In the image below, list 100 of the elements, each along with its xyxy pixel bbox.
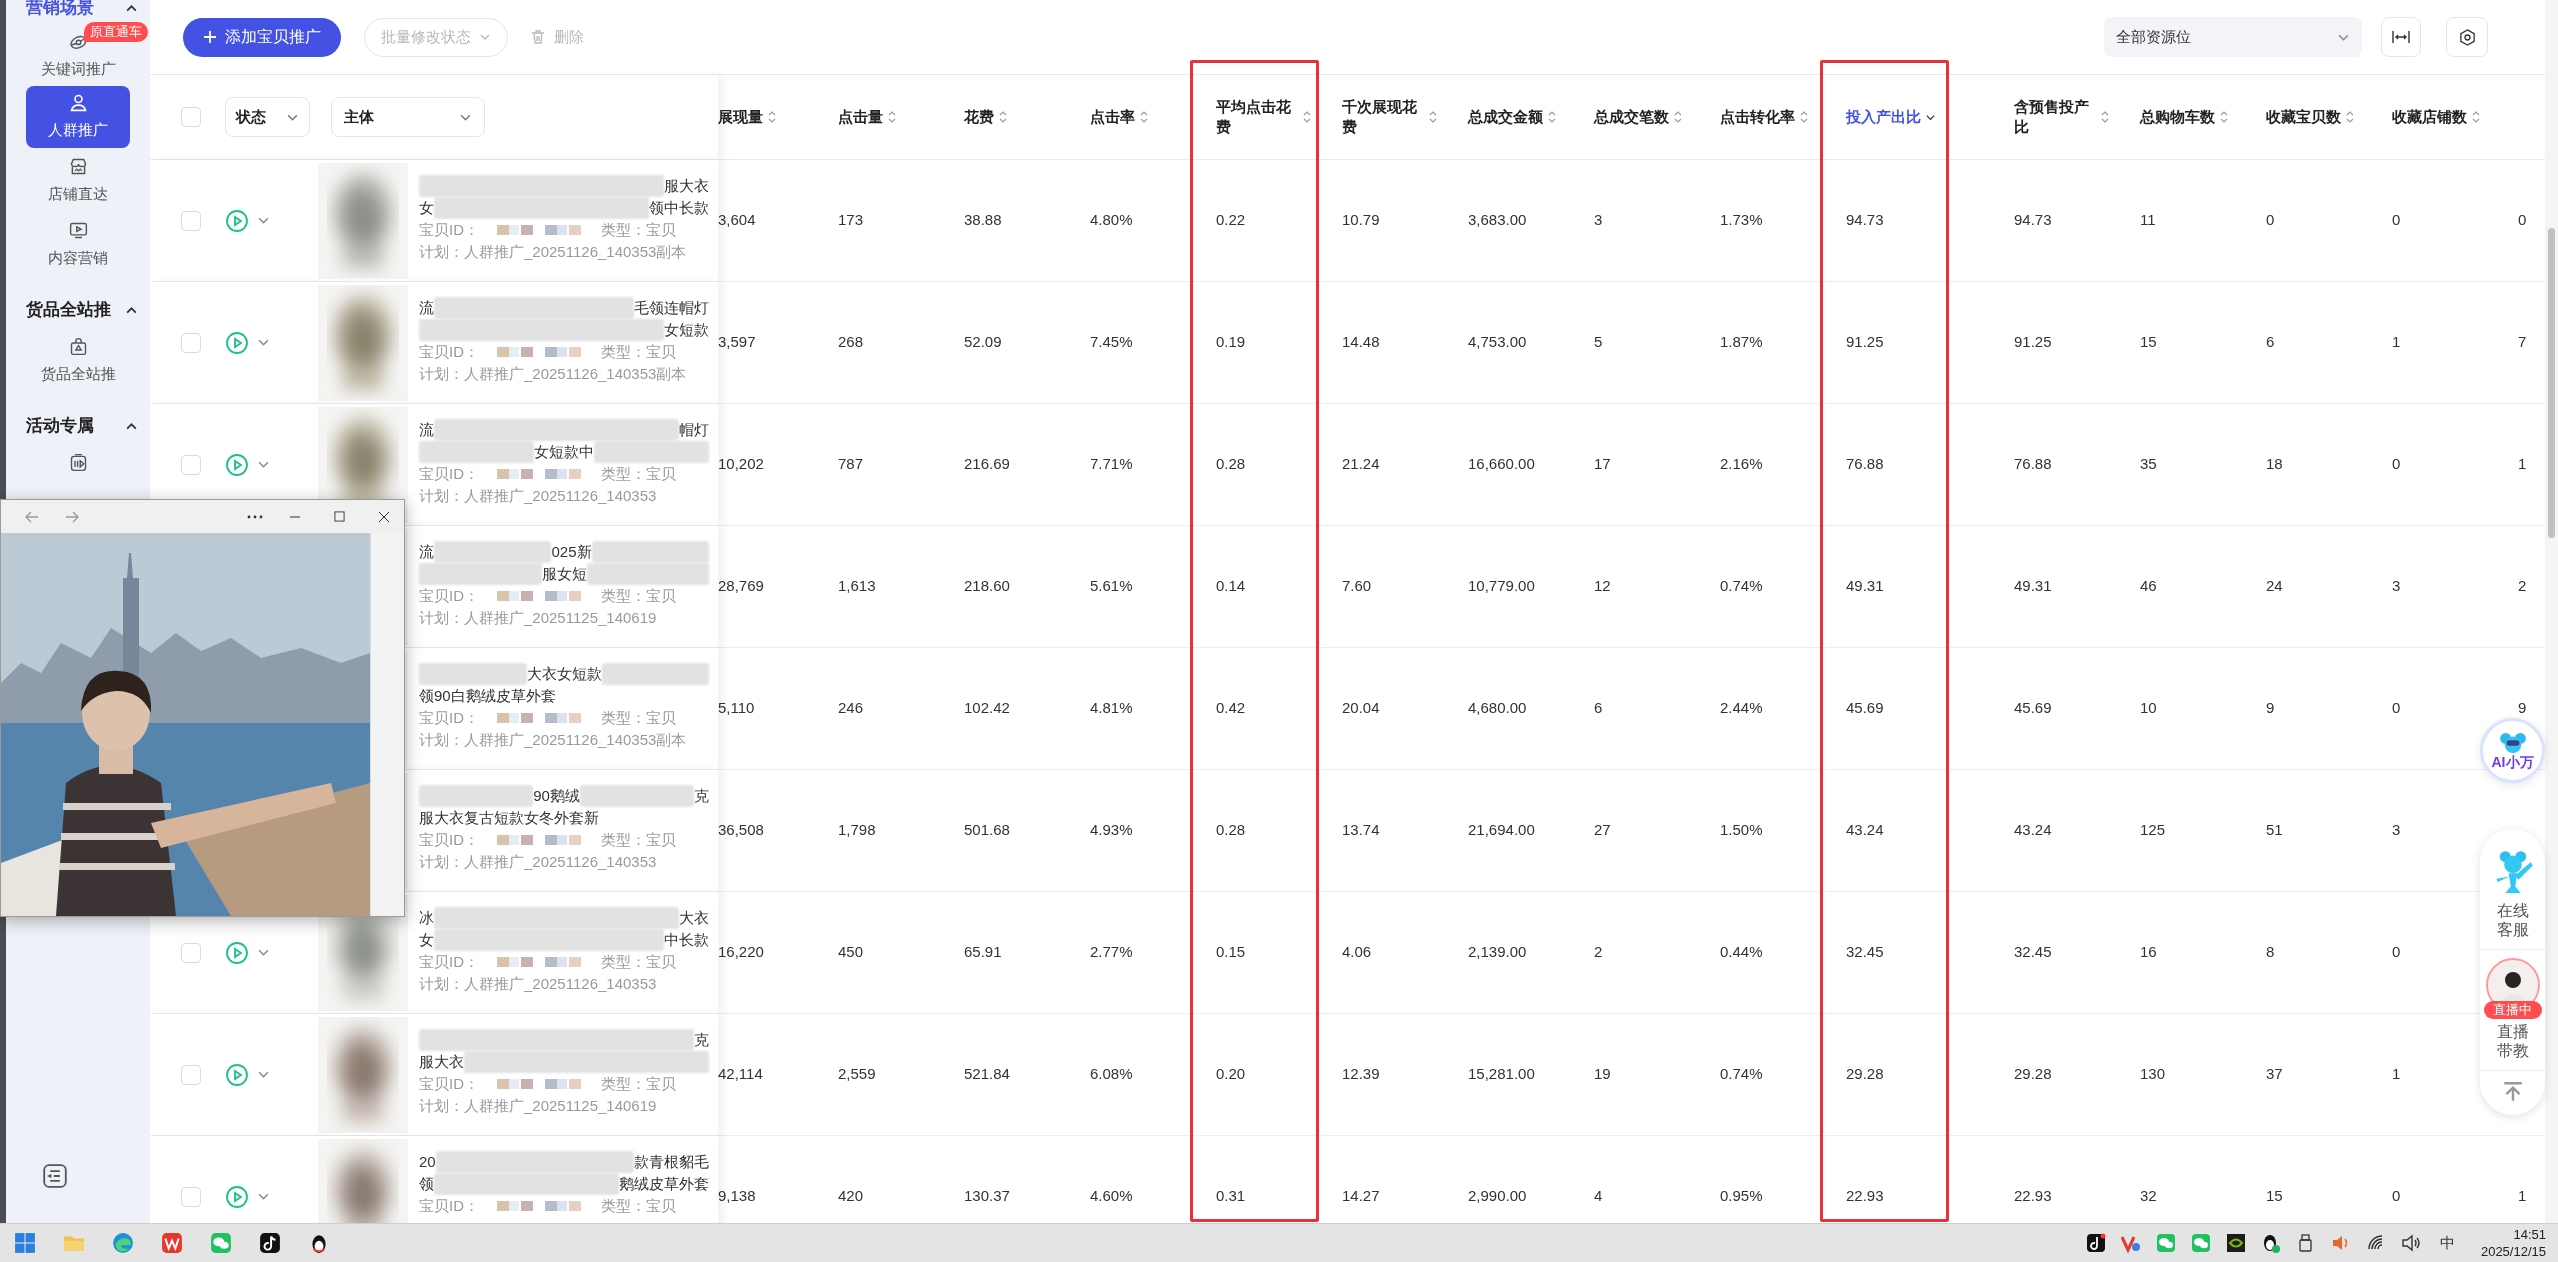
table-cell-text: 94.73	[1846, 210, 1884, 231]
forward-arrow-icon[interactable]	[65, 510, 79, 523]
column-header[interactable]: 收藏店铺数	[2392, 107, 2467, 127]
sort-icon[interactable]	[1302, 109, 1312, 125]
settings-icon	[2457, 27, 2477, 47]
input-method-indicator[interactable]: 中	[2439, 1231, 2455, 1255]
table-cell-text: 0.20	[1216, 1064, 1246, 1085]
table-cell-text: 8	[2266, 942, 2275, 963]
play-status-icon[interactable]	[225, 330, 249, 355]
sort-icon[interactable]	[1673, 109, 1683, 125]
sort-icon[interactable]	[1547, 109, 1557, 125]
play-status-icon[interactable]	[225, 940, 249, 965]
subject-filter[interactable]: 主体	[331, 97, 485, 137]
column-header[interactable]: 点击量	[838, 107, 883, 127]
product-title-text: 毛领连帽灯	[634, 298, 709, 318]
settings-button[interactable]	[2446, 17, 2488, 57]
add-item-button[interactable]: 添加宝贝推广	[183, 17, 341, 57]
checkbox[interactable]	[181, 942, 201, 963]
table-cell-text: 0.14	[1216, 576, 1246, 597]
clock-time[interactable]: 14:51	[2513, 1226, 2546, 1243]
sort-icon[interactable]	[2471, 109, 2481, 125]
column-header[interactable]: 展现量	[718, 107, 763, 127]
table-cell-text: 130	[2140, 1064, 2166, 1085]
table-cell-text: 29.28	[2014, 1064, 2052, 1085]
sidebar-item[interactable]: 原直通车 关键词推广	[26, 22, 148, 84]
column-header[interactable]: 花费	[964, 107, 994, 127]
more-icon[interactable]	[247, 514, 263, 519]
sidebar-item[interactable]: 店铺直达	[26, 150, 130, 212]
column-header[interactable]: 收藏宝贝数	[2266, 107, 2341, 127]
table-cell-text: 0.28	[1216, 454, 1246, 475]
clock-date[interactable]: 2025/12/15	[2480, 1243, 2546, 1260]
play-status-icon[interactable]	[225, 1184, 249, 1209]
column-width-button[interactable]	[2381, 17, 2421, 57]
table-cell-text: 3,597	[718, 332, 756, 353]
close-icon[interactable]	[378, 510, 390, 523]
table-cell-text: 450	[838, 942, 864, 963]
chat-app-icon[interactable]	[2155, 1233, 2176, 1253]
table-cell-text: 15,281.00	[1468, 1064, 1535, 1085]
sort-icon[interactable]	[998, 109, 1008, 125]
item-type-text: 类型：宝贝	[601, 220, 676, 240]
back-arrow-icon[interactable]	[25, 510, 39, 523]
panel-label[interactable]: 在线客服	[2495, 901, 2530, 939]
table-cell-text: 11	[2140, 210, 2156, 231]
office-app-icon[interactable]	[161, 1232, 183, 1254]
item-id-label: 宝贝ID：	[419, 1196, 479, 1216]
column-header[interactable]: 千次展现花费	[1342, 97, 1424, 137]
volume-icon[interactable]	[2400, 1233, 2421, 1253]
maximize-icon[interactable]	[334, 511, 345, 522]
sort-icon[interactable]	[1428, 109, 1438, 125]
resource-select[interactable]: 全部资源位	[2104, 17, 2362, 57]
plan-name-text: 计划：人群推广_20251126_140353	[419, 974, 658, 994]
product-title-text: 中长款	[664, 930, 709, 950]
column-header[interactable]: 点击转化率	[1720, 107, 1795, 127]
play-status-icon[interactable]	[225, 208, 249, 233]
checkbox[interactable]	[181, 1186, 201, 1207]
sort-icon[interactable]	[2219, 109, 2229, 125]
table-cell-text: 65.91	[964, 942, 1002, 963]
start-icon[interactable]	[14, 1232, 36, 1254]
checkbox[interactable]	[181, 454, 201, 475]
checkbox[interactable]	[181, 332, 201, 353]
sort-icon[interactable]	[1139, 109, 1149, 125]
browser-icon[interactable]	[112, 1232, 134, 1254]
sort-icon[interactable]	[887, 109, 897, 125]
play-status-icon[interactable]	[225, 452, 249, 477]
column-header[interactable]: 总购物车数	[2140, 107, 2215, 127]
sort-icon[interactable]	[1799, 109, 1809, 125]
sort-icon[interactable]	[2345, 109, 2355, 125]
back-to-top-icon[interactable]	[2501, 1081, 2524, 1103]
column-header[interactable]: 含预售投产比	[2014, 97, 2096, 137]
column-header[interactable]: 总成交金额	[1468, 107, 1543, 127]
panel-label[interactable]: 直播带教	[2495, 1022, 2530, 1060]
sidebar-item[interactable]: 内容营销	[26, 214, 130, 276]
column-header[interactable]: 总成交笔数	[1594, 107, 1669, 127]
product-title-text: 流	[419, 542, 434, 562]
sidebar-item[interactable]: 人群推广	[26, 86, 130, 148]
column-header[interactable]: 点击率	[1090, 107, 1135, 127]
status-filter[interactable]: 状态	[225, 97, 310, 137]
table-cell-text: 15	[2266, 1186, 2283, 1207]
chat-app-icon[interactable]	[2190, 1233, 2211, 1253]
table-cell-text: 102.42	[964, 698, 1010, 719]
sort-icon[interactable]	[767, 109, 777, 125]
column-header[interactable]: 平均点击花费	[1216, 97, 1298, 137]
table-cell-text: 20.04	[1342, 698, 1380, 719]
collapse-sidebar-icon[interactable]	[43, 1164, 67, 1188]
expand-width-icon	[2392, 30, 2410, 44]
product-title-text: 女短款	[664, 320, 709, 340]
column-header[interactable]: 投入产出比	[1846, 107, 1921, 127]
checkbox[interactable]	[181, 210, 201, 231]
table-cell-text: 37	[2266, 1064, 2283, 1085]
scrollbar-thumb[interactable]	[2548, 228, 2555, 538]
chat-app-icon[interactable]	[210, 1232, 232, 1254]
graphics-app-icon[interactable]	[2225, 1233, 2246, 1253]
sort-icon[interactable]	[2100, 109, 2110, 125]
checkbox[interactable]	[181, 107, 201, 127]
music-note-app-icon[interactable]	[2085, 1233, 2106, 1253]
sidebar-item[interactable]: 货品全站推	[26, 330, 130, 392]
play-status-icon[interactable]	[225, 1062, 249, 1087]
checkbox[interactable]	[181, 1064, 201, 1085]
music-note-app-icon[interactable]	[259, 1232, 281, 1254]
item-id-label: 宝贝ID：	[419, 952, 479, 972]
